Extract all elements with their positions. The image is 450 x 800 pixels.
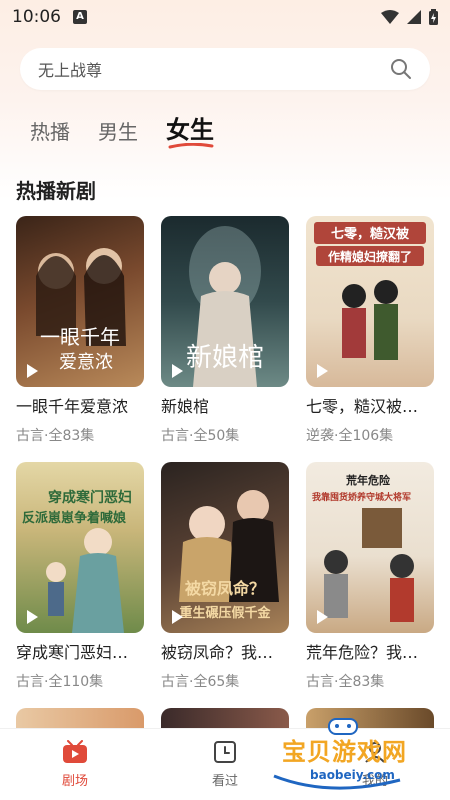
drama-poster[interactable] (16, 708, 144, 728)
drama-meta: 古言·全83集 (306, 674, 385, 690)
search-icon[interactable] (390, 58, 412, 80)
drama-poster[interactable]: 新娘棺 (161, 216, 289, 387)
svg-text:一眼千年: 一眼千年 (40, 325, 120, 349)
poster-art: 七零，糙汉被 作精媳妇撩翻了 (314, 222, 426, 360)
drama-poster[interactable] (306, 708, 434, 728)
drama-card[interactable]: 一眼千年 爱意浓 一眼千年爱意浓 古言·全83集 (16, 216, 144, 445)
drama-card-partial[interactable] (306, 708, 434, 728)
drama-card[interactable]: 被窃凤命？ 重生碾压假千金 被窃凤命？我… 古言·全65集 (161, 462, 289, 691)
svg-text:荒年危险: 荒年危险 (345, 473, 391, 487)
drama-poster[interactable] (161, 708, 289, 728)
svg-text:我靠囤货娇养守城大将军: 我靠囤货娇养守城大将军 (312, 491, 411, 503)
status-bar: 10:06 A (0, 0, 450, 34)
svg-text:重生碾压假千金: 重生碾压假千金 (179, 605, 271, 621)
drama-meta: 古言·全65集 (161, 674, 240, 690)
poster-art: 被窃凤命？ 重生碾压假千金 (179, 490, 279, 621)
drama-card[interactable]: 七零，糙汉被 作精媳妇撩翻了 七零，糙汉被… 逆袭·全106集 (306, 216, 434, 445)
svg-text:反派崽崽争着喊娘: 反派崽崽争着喊娘 (22, 510, 127, 526)
drama-poster[interactable]: 一眼千年 爱意浓 (16, 216, 144, 387)
svg-text:作精媳妇撩翻了: 作精媳妇撩翻了 (328, 249, 412, 264)
nav-label: 看过 (211, 774, 238, 789)
drama-poster[interactable]: 穿成寒门恶妇 反派崽崽争着喊娘 (16, 462, 144, 633)
svg-text:被窃凤命？: 被窃凤命？ (185, 579, 265, 598)
drama-poster[interactable]: 被窃凤命？ 重生碾压假千金 (161, 462, 289, 633)
svg-text:七零，糙汉被: 七零，糙汉被 (331, 226, 410, 242)
drama-title: 一眼千年爱意浓 (16, 397, 129, 416)
poster-art: 新娘棺 (186, 226, 264, 387)
svg-text:新娘棺: 新娘棺 (186, 343, 264, 373)
drama-title: 穿成寒门恶妇… (16, 643, 129, 662)
poster-art: 荒年危险 我靠囤货娇养守城大将军 (312, 473, 414, 622)
svg-text:穿成寒门恶妇: 穿成寒门恶妇 (48, 489, 132, 506)
drama-title: 荒年危险？我… (306, 643, 419, 662)
drama-meta: 逆袭·全106集 (306, 428, 394, 444)
tab-female[interactable]: 女生 (166, 110, 214, 149)
drama-meta: 古言·全110集 (16, 674, 104, 690)
poster-art: 一眼千年 爱意浓 (36, 248, 126, 373)
drama-title: 新娘棺 (161, 397, 210, 416)
play-icon (27, 610, 38, 624)
drama-card[interactable]: 穿成寒门恶妇 反派崽崽争着喊娘 穿成寒门恶妇… 古言·全110集 (16, 462, 144, 691)
drama-title: 七零，糙汉被… (306, 397, 419, 416)
watermark-text: 宝贝游戏网 (282, 738, 407, 766)
drama-card-partial[interactable] (16, 708, 144, 728)
play-icon (172, 364, 183, 378)
drama-poster[interactable]: 七零，糙汉被 作精媳妇撩翻了 (306, 216, 434, 387)
category-tabs: 热播 男生 女生 (30, 110, 214, 149)
search-input[interactable]: 无上战尊 (38, 57, 390, 81)
svg-text:爱意浓: 爱意浓 (59, 352, 113, 373)
tab-hot[interactable]: 热播 (30, 116, 70, 145)
wifi-icon (381, 10, 399, 24)
notification-icon: A (73, 10, 87, 24)
poster-art: 穿成寒门恶妇 反派崽崽争着喊娘 (22, 489, 132, 633)
tab-male[interactable]: 男生 (98, 116, 138, 145)
status-time: 10:06 (12, 7, 61, 27)
site-watermark: 宝贝游戏网 baobeiy.com (270, 718, 450, 800)
play-icon (317, 610, 328, 624)
play-icon (27, 364, 38, 378)
drama-card[interactable]: 荒年危险 我靠囤货娇养守城大将军 荒年危险？我… 古言·全83集 (306, 462, 434, 691)
play-icon (172, 610, 183, 624)
drama-title: 被窃凤命？我… (161, 643, 274, 662)
drama-meta: 古言·全50集 (161, 428, 240, 444)
watermark-url: baobeiy.com (310, 768, 395, 782)
search-bar[interactable]: 无上战尊 (20, 48, 430, 90)
status-icons (381, 9, 438, 25)
nav-theater[interactable]: 剧场 (0, 729, 150, 800)
theater-icon (63, 740, 87, 763)
battery-icon (429, 9, 438, 25)
nav-label: 剧场 (61, 774, 88, 789)
drama-card-partial[interactable] (161, 708, 289, 728)
history-icon (214, 741, 236, 763)
drama-poster[interactable]: 荒年危险 我靠囤货娇养守城大将军 (306, 462, 434, 633)
drama-meta: 古言·全83集 (16, 428, 95, 444)
play-icon (317, 364, 328, 378)
section-title: 热播新剧 (16, 179, 96, 203)
drama-card[interactable]: 新娘棺 新娘棺 古言·全50集 (161, 216, 289, 445)
signal-icon (407, 10, 421, 24)
